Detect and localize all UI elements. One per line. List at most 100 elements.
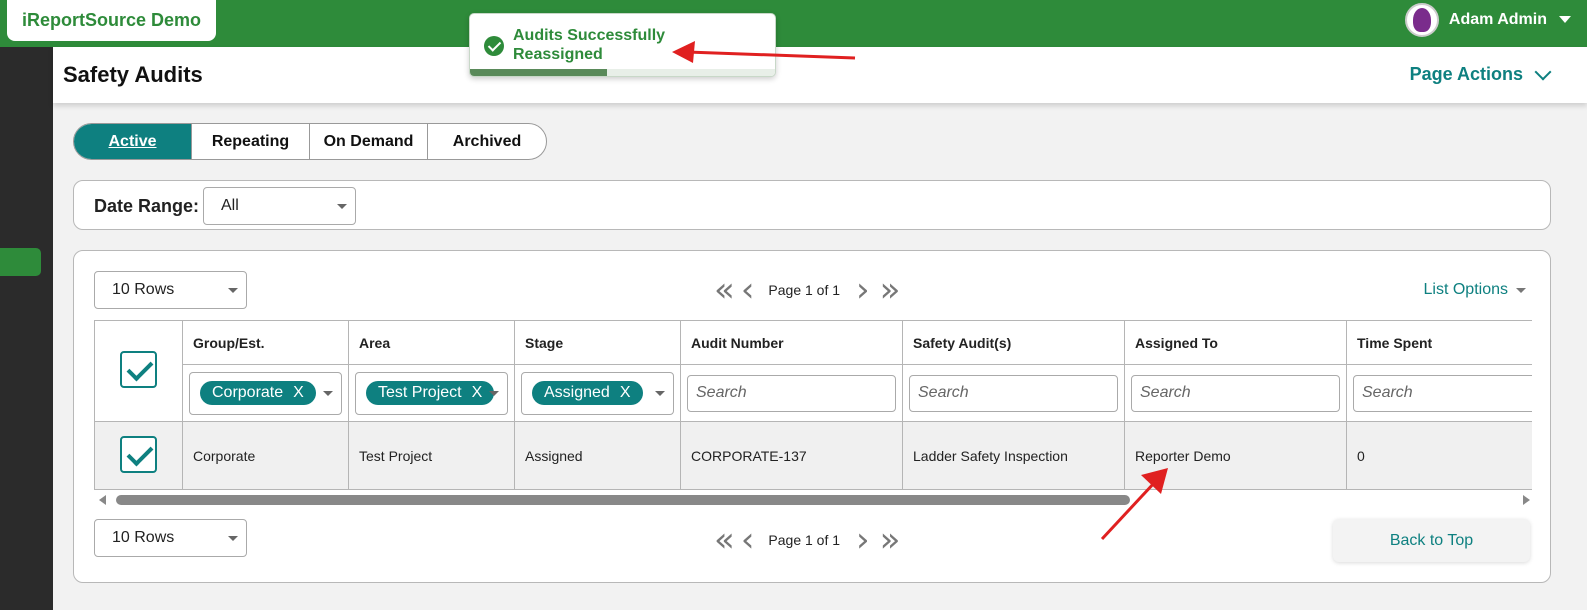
rows-per-page-value: 10 Rows bbox=[112, 281, 175, 298]
toast-progress-bar bbox=[470, 69, 608, 76]
last-page-icon[interactable]: » bbox=[880, 523, 901, 557]
date-range-value: All bbox=[221, 197, 239, 214]
filter-cell-stage: Assigned X bbox=[514, 364, 681, 422]
prev-page-icon[interactable]: ‹ bbox=[741, 523, 755, 557]
row-select-cell bbox=[94, 421, 183, 490]
pagination-bottom: « ‹ Page 1 of 1 › » bbox=[714, 523, 901, 557]
remove-chip-icon[interactable]: X bbox=[620, 384, 631, 402]
list-options-label: List Options bbox=[1423, 281, 1508, 298]
safety-audits-search-input[interactable]: Search bbox=[909, 374, 1118, 412]
page-info: Page 1 of 1 bbox=[768, 532, 841, 548]
chevron-down-icon bbox=[1516, 287, 1526, 293]
select-all-checkbox[interactable] bbox=[120, 351, 157, 388]
pagination-top: « ‹ Page 1 of 1 › » bbox=[714, 273, 901, 307]
scroll-left-icon[interactable] bbox=[99, 495, 106, 505]
chevron-down-icon bbox=[489, 391, 499, 396]
cell-stage: Assigned bbox=[514, 421, 681, 490]
avatar[interactable] bbox=[1404, 3, 1439, 37]
brand-logo[interactable]: iReportSource Demo bbox=[7, 0, 216, 41]
filter-cell-time-spent: Search bbox=[1346, 364, 1532, 422]
tab-on-demand[interactable]: On Demand bbox=[310, 124, 428, 159]
chevron-down-icon bbox=[228, 536, 238, 541]
check-circle-icon bbox=[484, 36, 504, 56]
cell-audit-number[interactable]: CORPORATE-137 bbox=[680, 421, 903, 490]
cell-group: Corporate bbox=[182, 421, 349, 490]
page-title: Safety Audits bbox=[63, 62, 203, 87]
chevron-down-icon bbox=[323, 391, 333, 396]
tab-archived[interactable]: Archived bbox=[428, 124, 546, 159]
scrollbar-thumb[interactable] bbox=[116, 495, 1130, 505]
area-filter-chip: Test Project X bbox=[366, 381, 495, 405]
audit-table: Group/Est. Area Stage Audit Number Safet… bbox=[94, 320, 1532, 490]
success-toast: Audits Successfully Reassigned bbox=[469, 13, 776, 77]
filter-cell-group: Corporate X bbox=[182, 364, 349, 422]
next-page-icon[interactable]: › bbox=[856, 273, 870, 307]
table-row[interactable]: Corporate Test Project Assigned CORPORAT… bbox=[94, 421, 1532, 490]
filter-cell-audit-number: Search bbox=[680, 364, 903, 422]
horizontal-scrollbar[interactable] bbox=[94, 492, 1532, 508]
page-actions-button[interactable]: Page Actions bbox=[1409, 63, 1552, 85]
area-filter-select[interactable]: Test Project X bbox=[355, 371, 508, 415]
filter-row: Corporate X Test Project X Assigned X Se… bbox=[95, 364, 1532, 422]
column-header-group[interactable]: Group/Est. bbox=[182, 320, 349, 365]
stage-filter-chip-label: Assigned bbox=[544, 384, 610, 401]
filter-cell-safety-audits: Search bbox=[902, 364, 1125, 422]
user-name[interactable]: Adam Admin bbox=[1449, 11, 1547, 29]
last-page-icon[interactable]: » bbox=[880, 273, 901, 307]
column-header-audit-number[interactable]: Audit Number bbox=[680, 320, 903, 365]
back-to-top-button[interactable]: Back to Top bbox=[1333, 519, 1530, 562]
page-header: Safety Audits Page Actions bbox=[53, 47, 1587, 103]
row-checkbox[interactable] bbox=[120, 435, 157, 473]
stage-filter-chip: Assigned X bbox=[532, 381, 643, 405]
group-filter-chip: Corporate X bbox=[200, 381, 316, 405]
first-page-icon[interactable]: « bbox=[714, 523, 735, 557]
group-filter-select[interactable]: Corporate X bbox=[189, 371, 342, 415]
page-actions-label: Page Actions bbox=[1409, 64, 1523, 84]
sidebar-active-item[interactable] bbox=[0, 248, 41, 276]
assigned-to-search-input[interactable]: Search bbox=[1131, 374, 1340, 412]
scroll-right-icon[interactable] bbox=[1523, 495, 1530, 505]
next-page-icon[interactable]: › bbox=[856, 523, 870, 557]
column-header-area[interactable]: Area bbox=[348, 320, 515, 365]
remove-chip-icon[interactable]: X bbox=[293, 384, 304, 402]
column-header-assigned-to[interactable]: Assigned To bbox=[1124, 320, 1347, 365]
cell-time-spent: 0 bbox=[1346, 421, 1532, 490]
audit-number-search-input[interactable]: Search bbox=[687, 374, 896, 412]
filter-cell-area: Test Project X bbox=[348, 364, 515, 422]
prev-page-icon[interactable]: ‹ bbox=[741, 273, 755, 307]
page-info: Page 1 of 1 bbox=[768, 282, 841, 298]
tab-repeating[interactable]: Repeating bbox=[192, 124, 310, 159]
status-tabs: Active Repeating On Demand Archived bbox=[73, 123, 547, 160]
column-header-safety-audits[interactable]: Safety Audit(s) bbox=[902, 320, 1125, 365]
chevron-down-icon bbox=[655, 391, 665, 396]
cell-assigned-to: Reporter Demo bbox=[1124, 421, 1347, 490]
select-all-cell bbox=[94, 320, 183, 422]
tab-active[interactable]: Active bbox=[74, 124, 192, 159]
group-filter-chip-label: Corporate bbox=[212, 384, 284, 401]
stage-filter-select[interactable]: Assigned X bbox=[521, 371, 674, 415]
chevron-down-icon bbox=[228, 288, 238, 293]
filter-cell-assigned-to: Search bbox=[1124, 364, 1347, 422]
cell-safety-audit: Ladder Safety Inspection bbox=[902, 421, 1125, 490]
chevron-down-icon[interactable] bbox=[1559, 16, 1571, 23]
left-sidebar bbox=[0, 47, 53, 610]
list-options-button[interactable]: List Options bbox=[1424, 281, 1526, 299]
rows-per-page-select[interactable]: 10 Rows bbox=[94, 271, 247, 309]
cell-area: Test Project bbox=[348, 421, 515, 490]
first-page-icon[interactable]: « bbox=[714, 273, 735, 307]
audit-table-wrapper: Group/Est. Area Stage Audit Number Safet… bbox=[94, 320, 1532, 490]
column-header-stage[interactable]: Stage bbox=[514, 320, 681, 365]
column-header-time-spent[interactable]: Time Spent bbox=[1346, 320, 1532, 365]
chevron-down-icon bbox=[1534, 63, 1552, 80]
rows-per-page-value: 10 Rows bbox=[112, 529, 175, 546]
table-header-row: Group/Est. Area Stage Audit Number Safet… bbox=[94, 320, 1532, 422]
user-menu[interactable]: Adam Admin bbox=[1404, 3, 1571, 37]
toast-progress-track bbox=[470, 69, 775, 76]
rows-per-page-select-bottom[interactable]: 10 Rows bbox=[94, 519, 247, 557]
date-range-select[interactable]: All bbox=[203, 187, 356, 225]
top-bar: iReportSource Demo Adam Admin bbox=[0, 0, 1587, 47]
remove-chip-icon[interactable]: X bbox=[472, 384, 483, 402]
toast-message: Audits Successfully Reassigned bbox=[513, 27, 666, 63]
date-range-panel: Date Range: All bbox=[73, 180, 1551, 230]
time-spent-search-input[interactable]: Search bbox=[1353, 374, 1532, 412]
